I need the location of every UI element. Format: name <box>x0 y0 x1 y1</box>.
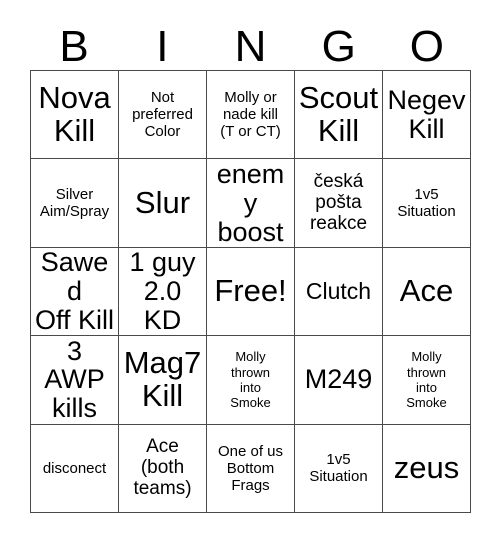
bingo-cell-label: 1 guy 2.0 KD <box>129 247 196 335</box>
bingo-cell[interactable]: 1 guy 2.0 KD <box>119 247 207 337</box>
bingo-cell[interactable]: One of us Bottom Frags <box>207 424 295 513</box>
bingo-cell[interactable]: 1v5 Situation <box>383 159 471 248</box>
bingo-cell-label: Nova Kill <box>38 79 111 148</box>
header-letter-o: O <box>409 22 445 71</box>
bingo-cell[interactable]: Slur <box>119 159 207 248</box>
bingo-grid: Nova Kill Not preferred Color Molly or n… <box>30 70 471 513</box>
bingo-cell[interactable]: Not preferred Color <box>119 71 207 160</box>
bingo-cell[interactable]: 3 AWP kills <box>31 336 119 425</box>
bingo-cell-label: 1v5 Situation <box>309 451 368 486</box>
bingo-cell-label: 3 AWP kills <box>44 336 105 424</box>
bingo-cell[interactable]: Molly or nade kill (T or CT) <box>207 71 295 160</box>
bingo-cell[interactable]: Molly thrown into Smoke <box>207 336 295 425</box>
bingo-cell-label: Free! <box>214 273 287 309</box>
header-letter-n: N <box>234 22 267 71</box>
bingo-cell[interactable]: enemy boost <box>207 159 295 248</box>
bingo-cell-label: Ace (both teams) <box>133 435 192 499</box>
bingo-cell-label: Not preferred Color <box>132 89 193 141</box>
bingo-cell-label: One of us Bottom Frags <box>217 442 284 494</box>
bingo-cell[interactable]: Ace <box>383 247 471 337</box>
bingo-cell-free[interactable]: Free! <box>207 247 295 337</box>
bingo-cell[interactable]: Sawed Off Kill <box>31 247 119 337</box>
bingo-cell-label: zeus <box>393 449 460 485</box>
bingo-header-row: B I N G O <box>30 16 471 70</box>
bingo-cell-label: Molly thrown into Smoke <box>230 349 271 411</box>
bingo-cell-label: Clutch <box>305 278 372 305</box>
bingo-cell[interactable]: Molly thrown into Smoke <box>383 336 471 425</box>
bingo-cell-label: Silver Aim/Spray <box>39 186 110 221</box>
bingo-cell[interactable]: česká pošta reakce <box>295 159 383 248</box>
bingo-cell-label: Ace <box>399 273 454 309</box>
bingo-cell-label: enemy boost <box>216 159 285 247</box>
bingo-cell[interactable]: 1v5 Situation <box>295 424 383 513</box>
bingo-cell[interactable]: M249 <box>295 336 383 425</box>
bingo-cell[interactable]: Ace (both teams) <box>119 424 207 513</box>
bingo-cell[interactable]: Scout Kill <box>295 71 383 160</box>
bingo-card: B I N G O Nova Kill Not preferred Color … <box>0 0 500 544</box>
bingo-cell-label: Molly or nade kill (T or CT) <box>220 89 281 141</box>
bingo-cell-label: 1v5 Situation <box>397 186 456 221</box>
bingo-cell[interactable]: Nova Kill <box>31 71 119 160</box>
bingo-cell-label: Negev Kill <box>387 84 466 144</box>
bingo-cell-label: Sawed Off Kill <box>34 247 115 335</box>
bingo-cell[interactable]: Negev Kill <box>383 71 471 160</box>
bingo-cell[interactable]: zeus <box>383 424 471 513</box>
bingo-cell[interactable]: disconect <box>31 424 119 513</box>
header-letter-i: I <box>156 22 169 71</box>
header-letter-b: B <box>59 22 89 71</box>
bingo-cell-label: disconect <box>42 459 107 477</box>
bingo-cell[interactable]: Mag7 Kill <box>119 336 207 425</box>
bingo-cell-label: Slur <box>134 184 191 220</box>
bingo-cell-label: česká pošta reakce <box>309 170 368 234</box>
header-letter-g: G <box>321 22 356 71</box>
bingo-cell-label: Molly thrown into Smoke <box>406 349 447 411</box>
bingo-cell-label: M249 <box>304 364 373 395</box>
bingo-cell-label: Scout Kill <box>298 79 379 148</box>
bingo-cell[interactable]: Clutch <box>295 247 383 337</box>
bingo-cell[interactable]: Silver Aim/Spray <box>31 159 119 248</box>
bingo-cell-label: Mag7 Kill <box>123 345 202 413</box>
